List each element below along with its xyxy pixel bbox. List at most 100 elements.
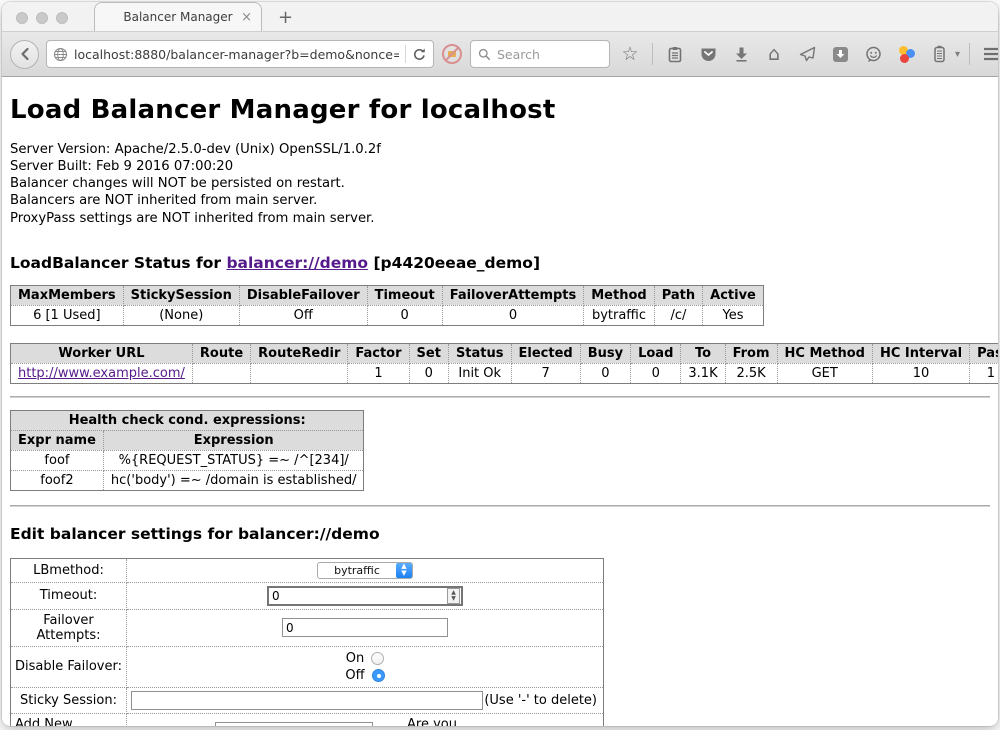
back-button[interactable]: [10, 40, 39, 69]
balancer-demo-link[interactable]: balancer://demo: [226, 254, 368, 272]
cell-from: 2.5K: [725, 363, 777, 383]
tab-balancer-manager[interactable]: Balancer Manager ×: [94, 2, 262, 31]
cell-failoverattempts: 0: [442, 305, 584, 325]
timeout-input[interactable]: [269, 589, 447, 603]
blocked-content-glyph: [441, 43, 463, 65]
server-info: Server Version: Apache/2.5.0-dev (Unix) …: [10, 141, 990, 227]
col-routeredir: RouteRedir: [251, 343, 348, 363]
health-table-title: Health check cond. expressions:: [11, 410, 364, 430]
table-header-row: Expr name Expression: [11, 430, 364, 450]
chat-smiley-icon[interactable]: [860, 41, 886, 67]
col-active: Active: [703, 285, 764, 305]
back-arrow-icon: [17, 46, 33, 62]
sticky-session-input[interactable]: [131, 691, 483, 710]
table-row: http://www.example.com/ 1 0 Init Ok 7 0 …: [11, 363, 999, 383]
lbmethod-select[interactable]: bytraffic ▲▼: [317, 562, 413, 579]
col-expr-name: Expr name: [11, 430, 104, 450]
cell-passes: 1 (0): [970, 363, 998, 383]
zoom-window-button[interactable]: [56, 12, 68, 24]
col-hc-interval: HC Interval: [872, 343, 969, 363]
disable-failover-on-radio[interactable]: [371, 652, 384, 665]
col-path: Path: [654, 285, 702, 305]
form-row-disable-failover: Disable Failover: On Off: [11, 646, 604, 687]
section-divider: [10, 396, 990, 398]
cell-method: bytraffic: [584, 305, 654, 325]
url-bar[interactable]: localhost:8880/balancer-manager?b=demo&n…: [46, 40, 434, 68]
col-set: Set: [409, 343, 448, 363]
search-input[interactable]: [497, 47, 589, 62]
cell-hc-method: GET: [777, 363, 872, 383]
section-divider: [10, 505, 990, 507]
cell-timeout: 0: [367, 305, 442, 325]
globe-icon: [53, 47, 68, 62]
urlbar-divider: [405, 45, 406, 63]
failover-attempts-label: Failover Attempts:: [11, 609, 127, 646]
home-icon[interactable]: ⌂: [761, 41, 787, 67]
failover-attempts-input[interactable]: [282, 618, 448, 637]
blocked-content-icon[interactable]: [441, 43, 463, 65]
battery-list-icon[interactable]: [926, 41, 952, 67]
toolbar-divider: [969, 43, 970, 65]
col-stickysession: StickySession: [123, 285, 239, 305]
add-worker-input[interactable]: [215, 722, 373, 726]
table-title-row: Health check cond. expressions:: [11, 410, 364, 430]
cell-status: Init Ok: [448, 363, 511, 383]
send-plane-icon[interactable]: [794, 41, 820, 67]
server-version-line: Server Version: Apache/2.5.0-dev (Unix) …: [10, 141, 990, 158]
cell-worker-url: http://www.example.com/: [11, 363, 193, 383]
tab-title: Balancer Manager: [123, 10, 232, 24]
minimize-window-button[interactable]: [36, 12, 48, 24]
disable-failover-off-radio[interactable]: [372, 669, 385, 682]
col-busy: Busy: [580, 343, 630, 363]
radio-on-label: On: [346, 651, 364, 666]
proxypass-note-line: ProxyPass settings are NOT inherited fro…: [10, 210, 990, 227]
table-row: foof2 hc('body') =~ /domain is establish…: [11, 470, 364, 490]
close-window-button[interactable]: [16, 12, 28, 24]
inherit-note-line: Balancers are NOT inherited from main se…: [10, 192, 990, 209]
edit-balancer-heading: Edit balancer settings for balancer://de…: [10, 525, 990, 543]
col-load: Load: [631, 343, 681, 363]
cell-elected: 7: [511, 363, 580, 383]
number-stepper-icon[interactable]: ▲▼: [447, 588, 460, 604]
bookmark-star-icon[interactable]: ☆: [617, 41, 643, 67]
col-maxmembers: MaxMembers: [11, 285, 124, 305]
server-built-line: Server Built: Feb 9 2016 07:00:20: [10, 158, 990, 175]
downloads-arrow-icon[interactable]: [728, 41, 754, 67]
table-header-row: Worker URL Route RouteRedir Factor Set S…: [11, 343, 999, 363]
clipboard-icon[interactable]: [662, 41, 688, 67]
sticky-session-hint: (Use '-' to delete): [484, 693, 599, 708]
tab-close-icon[interactable]: ×: [241, 10, 252, 25]
window-controls[interactable]: [16, 12, 68, 24]
table-row: foof %{REQUEST_STATUS} =~ /^[234]/: [11, 450, 364, 470]
lbmethod-label: LBmethod:: [11, 558, 127, 582]
col-to: To: [681, 343, 725, 363]
download-box-icon[interactable]: [827, 41, 853, 67]
cell-load: 0: [631, 363, 681, 383]
pocket-icon[interactable]: [695, 41, 721, 67]
cell-path: /c/: [654, 305, 702, 325]
cell-set: 0: [409, 363, 448, 383]
form-row-failover-attempts: Failover Attempts:: [11, 609, 604, 646]
confirm-label: Are you sure?: [407, 717, 484, 726]
url-text[interactable]: localhost:8880/balancer-manager?b=demo&n…: [74, 47, 399, 62]
cell-active: Yes: [703, 305, 764, 325]
cell-stickysession: (None): [123, 305, 239, 325]
col-route: Route: [192, 343, 250, 363]
timeout-label: Timeout:: [11, 582, 127, 609]
edit-balancer-form: LBmethod: bytraffic ▲▼ Timeout: ▲▼: [10, 558, 604, 726]
overflow-caret-icon[interactable]: ▾: [955, 49, 960, 60]
col-worker-url: Worker URL: [11, 343, 193, 363]
new-tab-button[interactable]: +: [278, 9, 293, 27]
form-row-lbmethod: LBmethod: bytraffic ▲▼: [11, 558, 604, 582]
cell-route: [192, 363, 250, 383]
col-failoverattempts: FailoverAttempts: [442, 285, 584, 305]
menu-hamburger-icon[interactable]: [979, 41, 998, 67]
reload-icon[interactable]: [412, 47, 427, 62]
tab-bar: Balancer Manager × +: [2, 2, 998, 32]
extension-dots-icon[interactable]: [893, 41, 919, 67]
search-box[interactable]: [470, 40, 610, 68]
balancer-status-table: MaxMembers StickySession DisableFailover…: [10, 285, 764, 326]
col-expression: Expression: [103, 430, 364, 450]
worker-url-link[interactable]: http://www.example.com/: [18, 366, 185, 381]
col-factor: Factor: [348, 343, 409, 363]
